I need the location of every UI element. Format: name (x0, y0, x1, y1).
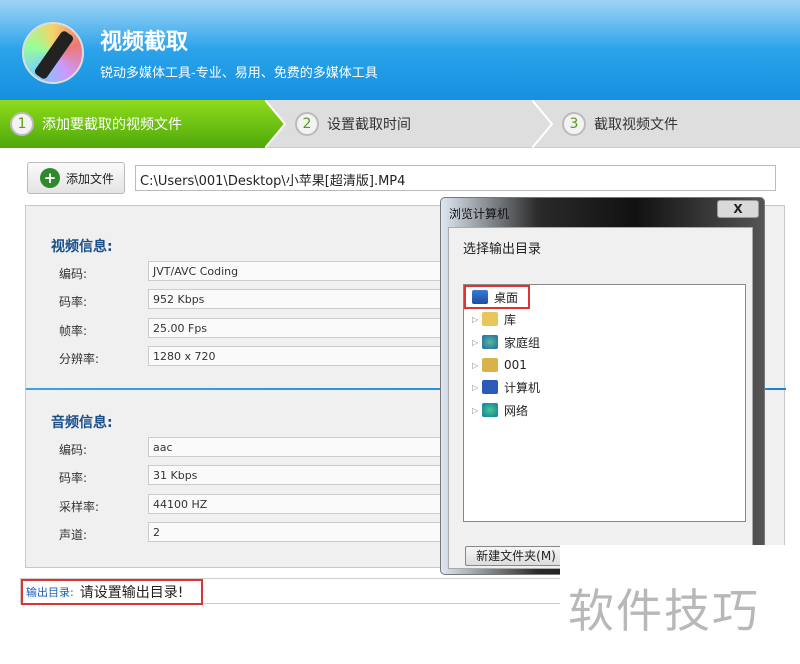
expand-arrow-icon[interactable]: ▷ (472, 383, 482, 392)
video-info-heading: 视频信息: (51, 239, 113, 255)
video-bitrate-label: 码率: (59, 295, 88, 309)
video-resolution-label: 分辨率: (59, 352, 100, 366)
app-header: 视频截取 锐动多媒体工具-专业、易用、免费的多媒体工具 (0, 0, 800, 100)
step-separator (265, 100, 287, 148)
tree-item-label: 计算机 (504, 380, 541, 395)
app-title: 视频截取 (100, 30, 189, 55)
tree-item-label: 桌面 (494, 290, 519, 305)
audio-info-heading: 音频信息: (51, 415, 113, 431)
new-folder-button[interactable]: 新建文件夹(M) (465, 546, 567, 566)
step-number: 1 (10, 112, 34, 136)
tree-item-network[interactable]: ▷ 网络 (472, 400, 528, 420)
tree-item-label: 网络 (504, 403, 529, 418)
video-resolution-value: 1280 x 720 (148, 346, 468, 366)
tree-item-label: 库 (504, 312, 517, 327)
expand-arrow-icon[interactable]: ▷ (472, 338, 482, 347)
tree-item-desktop[interactable]: 桌面 (472, 287, 518, 307)
user-folder-icon (482, 358, 498, 372)
tree-item-homegroup[interactable]: ▷ 家庭组 (472, 332, 540, 352)
step-1[interactable]: 1 添加要截取的视频文件 (0, 100, 285, 148)
computer-icon (482, 380, 498, 394)
tree-item-label: 001 (504, 358, 527, 372)
desktop-icon (472, 290, 488, 304)
video-framerate-label: 帧率: (59, 324, 88, 338)
step-label: 设置截取时间 (327, 117, 411, 133)
watermark-text: 软件技巧 (568, 584, 760, 638)
wizard-steps: 1 添加要截取的视频文件 2 设置截取时间 3 截取视频文件 (0, 100, 800, 148)
app-subtitle: 锐动多媒体工具-专业、易用、免费的多媒体工具 (100, 66, 378, 81)
expand-arrow-icon[interactable]: ▷ (472, 361, 482, 370)
step-separator (532, 100, 554, 148)
step-label: 添加要截取的视频文件 (42, 117, 182, 133)
video-codec-value: JVT/AVC Coding (148, 261, 468, 281)
audio-channels-value: 2 (148, 522, 468, 542)
folder-tree[interactable]: 桌面 ▷ 库 ▷ 家庭组 ▷ 001 ▷ 计算机 ▷ 网络 (463, 284, 746, 522)
watermark: 软件技巧 (560, 545, 800, 664)
tree-item-label: 家庭组 (504, 335, 541, 350)
add-file-button[interactable]: + 添加文件 (27, 162, 125, 194)
add-file-label: 添加文件 (66, 171, 115, 186)
expand-arrow-icon[interactable]: ▷ (472, 406, 482, 415)
library-icon (482, 312, 498, 326)
tree-item-library[interactable]: ▷ 库 (472, 309, 516, 329)
video-bitrate-value: 952 Kbps (148, 289, 468, 309)
app-logo-icon (22, 22, 84, 84)
network-icon (482, 403, 498, 417)
output-dir-value[interactable]: 请设置输出目录! (80, 582, 184, 602)
step-number: 3 (562, 112, 586, 136)
dialog-title: 浏览计算机 (449, 207, 510, 221)
plus-icon: + (40, 168, 60, 188)
file-path-input[interactable]: C:\Users\001\Desktop\小苹果[超清版].MP4 (135, 165, 776, 191)
audio-samplerate-value: 44100 HZ (148, 494, 468, 514)
audio-codec-value: aac (148, 437, 468, 457)
tree-item-user[interactable]: ▷ 001 (472, 355, 527, 375)
browse-folder-dialog: 浏览计算机 X 选择输出目录 桌面 ▷ 库 ▷ 家庭组 ▷ 001 ▷ 计算机 ▷ 网络 … (440, 197, 765, 575)
step-number: 2 (295, 112, 319, 136)
dialog-prompt: 选择输出目录 (463, 242, 542, 257)
audio-channels-label: 声道: (59, 528, 88, 542)
output-dir-highlight: 输出目录: 请设置输出目录! (21, 579, 203, 605)
video-framerate-value: 25.00 Fps (148, 318, 468, 338)
audio-samplerate-label: 采样率: (59, 500, 100, 514)
step-2[interactable]: 2 设置截取时间 (295, 100, 411, 148)
tree-item-computer[interactable]: ▷ 计算机 (472, 377, 540, 397)
audio-bitrate-value: 31 Kbps (148, 465, 468, 485)
step-label: 截取视频文件 (594, 117, 678, 133)
output-dir-label: 输出目录: (26, 586, 74, 599)
dialog-body: 选择输出目录 桌面 ▷ 库 ▷ 家庭组 ▷ 001 ▷ 计算机 ▷ 网络 新建文件夹(M)… (448, 227, 753, 569)
step-3[interactable]: 3 截取视频文件 (562, 100, 678, 148)
homegroup-icon (482, 335, 498, 349)
video-codec-label: 编码: (59, 267, 88, 281)
audio-codec-label: 编码: (59, 443, 88, 457)
expand-arrow-icon[interactable]: ▷ (472, 315, 482, 324)
dialog-close-button[interactable]: X (717, 200, 759, 218)
audio-bitrate-label: 码率: (59, 471, 88, 485)
